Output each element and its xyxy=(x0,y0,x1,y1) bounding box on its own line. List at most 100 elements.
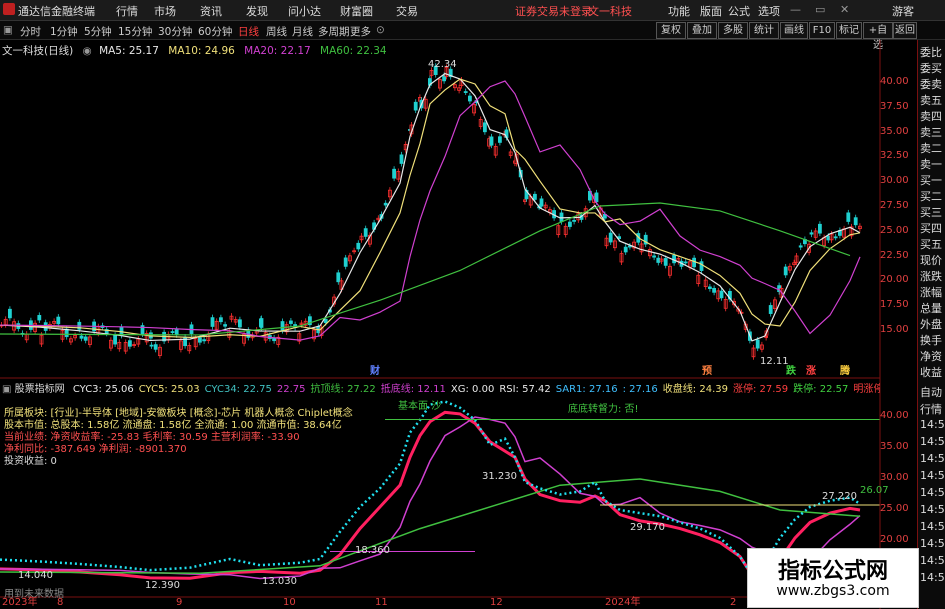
tick-time-label: 14:5 xyxy=(920,435,945,448)
tick-time-label: 14:5 xyxy=(920,571,945,584)
watermark-title: 指标公式网 xyxy=(777,559,888,584)
quote-field-label: 卖三 xyxy=(920,126,942,139)
quote-field-label: 卖五 xyxy=(920,94,942,107)
quote-field-label: 委比 xyxy=(920,46,942,59)
menu-wealth[interactable]: 财富圈 xyxy=(340,3,373,19)
period-tab-active[interactable]: 日线 xyxy=(238,24,259,39)
period-tab[interactable]: 分时 xyxy=(20,24,41,39)
marker-teng[interactable]: 腾 xyxy=(840,362,850,377)
menu-options[interactable]: 选项 xyxy=(758,3,780,19)
main-candles xyxy=(0,63,862,360)
quote-field-label: 买一 xyxy=(920,174,942,187)
mark-button[interactable]: 标记 xyxy=(836,22,862,39)
ma20-line xyxy=(0,80,861,341)
marker-fall[interactable]: 跌 xyxy=(786,362,796,377)
title-bar: 通达信金融终端 行情 市场 资讯 发现 问小达 财富圈 交易 证券交易未登录 文… xyxy=(0,0,945,21)
f10-button[interactable]: F10 xyxy=(809,22,835,39)
indicator-value: 22.75 xyxy=(276,384,306,395)
period-tab[interactable]: 多周期 xyxy=(318,24,350,39)
quote-field-label: 卖四 xyxy=(920,110,942,123)
menu-xiaoda[interactable]: 问小达 xyxy=(288,3,321,19)
tick-time-label: 14:5 xyxy=(920,469,945,482)
indicator-y-tick: 35.00 xyxy=(880,441,909,452)
menu-discover[interactable]: 发现 xyxy=(246,3,268,19)
quote-field-label: 现价 xyxy=(920,254,942,267)
tick-time-label[interactable]: 自动 xyxy=(920,384,945,400)
period-tab[interactable]: 30分钟 xyxy=(158,24,192,39)
annotation-fundamental: 基本面 沙 xyxy=(398,401,442,412)
main-y-tick: 32.50 xyxy=(880,150,909,162)
period-tab[interactable]: 周线 xyxy=(266,24,287,39)
x-tick: 9 xyxy=(176,597,183,608)
period-tab[interactable]: 1分钟 xyxy=(50,24,78,39)
menu-formula[interactable]: 公式 xyxy=(728,3,750,19)
quote-field-label: 卖一 xyxy=(920,158,942,171)
main-y-tick: 40.00 xyxy=(880,76,909,87)
indicator-value: 抗顶线: 27.22 xyxy=(310,384,376,395)
quote-side-panel: 委比 委买 委卖 卖五 卖四 卖三 卖二 卖一 买一 买二 买三 买四 买五 现价 涨跌 涨幅 总量 外盘 换手 净资… xyxy=(917,40,945,609)
annotation-2607: 26.07 xyxy=(860,485,889,496)
login-notice[interactable]: 证券交易未登录 xyxy=(515,3,592,19)
menu-function[interactable]: 功能 xyxy=(668,3,690,19)
back-button[interactable]: 返回 xyxy=(893,22,917,39)
info-line-invest: 投资收益: 0 xyxy=(4,456,57,467)
indicator-value: 涨停: 27.59 xyxy=(732,384,789,395)
add-watchlist-button[interactable]: +自选 xyxy=(863,22,893,51)
draw-button[interactable]: 画线 xyxy=(780,22,808,39)
info-line-profit: 净利同比: -387.649 净利润: -8901.370 xyxy=(4,444,187,455)
menu-news[interactable]: 资讯 xyxy=(200,3,222,19)
quote-field-label: 委买 xyxy=(920,62,942,75)
chevron-down-icon[interactable]: ⊙ xyxy=(376,24,385,36)
main-y-tick: 20.00 xyxy=(880,274,909,286)
fuquan-button[interactable]: 复权 xyxy=(656,22,686,39)
overlay-button[interactable]: 叠加 xyxy=(687,22,717,39)
x-tick: 10 xyxy=(283,597,296,608)
quote-field-label: 买二 xyxy=(920,190,942,203)
marker-finance[interactable]: 财 xyxy=(370,362,380,377)
x-tick: 2024年 xyxy=(605,597,641,608)
period-tab[interactable]: 15分钟 xyxy=(118,24,152,39)
menu-layout[interactable]: 版面 xyxy=(700,3,722,19)
x-tick: 2 xyxy=(730,597,737,608)
close-icon[interactable]: ✕ xyxy=(840,3,849,16)
period-tab[interactable]: 月线 xyxy=(292,24,313,39)
tick-time-label: 14:5 xyxy=(920,452,945,465)
period-tab-more[interactable]: 更多 xyxy=(350,24,371,39)
main-y-tick: 17.50 xyxy=(880,299,909,311)
indicator-value: 明涨停: 26.83 xyxy=(853,384,880,395)
indicator-value: CYC34: 22.75 xyxy=(204,384,272,395)
indicator-value: CYC5: 25.03 xyxy=(138,384,200,395)
main-y-tick: 30.00 xyxy=(880,175,909,187)
menu-market[interactable]: 市场 xyxy=(154,3,176,19)
multi-stock-button[interactable]: 多股 xyxy=(718,22,748,39)
expand-icon[interactable]: ▣ xyxy=(3,24,13,36)
quote-field-label: 总量 xyxy=(920,302,942,315)
period-tab[interactable]: 60分钟 xyxy=(198,24,232,39)
restore-icon[interactable]: ▭ xyxy=(815,3,825,16)
stock-tab[interactable]: 文一科技 xyxy=(588,3,632,19)
kline-chart-area[interactable] xyxy=(0,40,917,609)
period-tab[interactable]: 5分钟 xyxy=(84,24,112,39)
marker-forecast[interactable]: 预 xyxy=(702,362,712,377)
quote-field-label: 涨幅 xyxy=(920,286,942,299)
menu-trade[interactable]: 交易 xyxy=(396,3,418,19)
quote-field-label: 买五 xyxy=(920,238,942,251)
low-price-label: 12.11 xyxy=(760,356,789,367)
menu-quotes[interactable]: 行情 xyxy=(116,3,138,19)
indicator-name[interactable]: 股票指标网 xyxy=(15,384,65,395)
tick-time-label: 14:5 xyxy=(920,503,945,516)
annotation-29170: 29.170 xyxy=(630,522,665,533)
indicator-y-tick: 25.00 xyxy=(880,503,909,514)
tick-time-label: 14:5 xyxy=(920,418,945,431)
tick-time-label: 14:5 xyxy=(920,520,945,533)
minimize-icon[interactable]: — xyxy=(790,3,801,16)
tick-time-label[interactable]: 行情 xyxy=(920,401,945,417)
indicator-legend: ▣ 股票指标网 CYC3: 25.06 CYC5: 25.03 CYC34: 22.… xyxy=(2,380,880,395)
indicator-menu-icon[interactable]: ▣ xyxy=(2,384,11,395)
annotation-27220: 27.220 xyxy=(822,491,857,502)
guest-label[interactable]: 游客 xyxy=(892,3,914,19)
stats-button[interactable]: 统计 xyxy=(749,22,779,39)
annotation-bottom-strength: 底底转督力: 否! xyxy=(568,404,639,415)
indicator-value: RSI: 57.42 xyxy=(499,384,551,395)
marker-rise[interactable]: 涨 xyxy=(806,362,816,377)
